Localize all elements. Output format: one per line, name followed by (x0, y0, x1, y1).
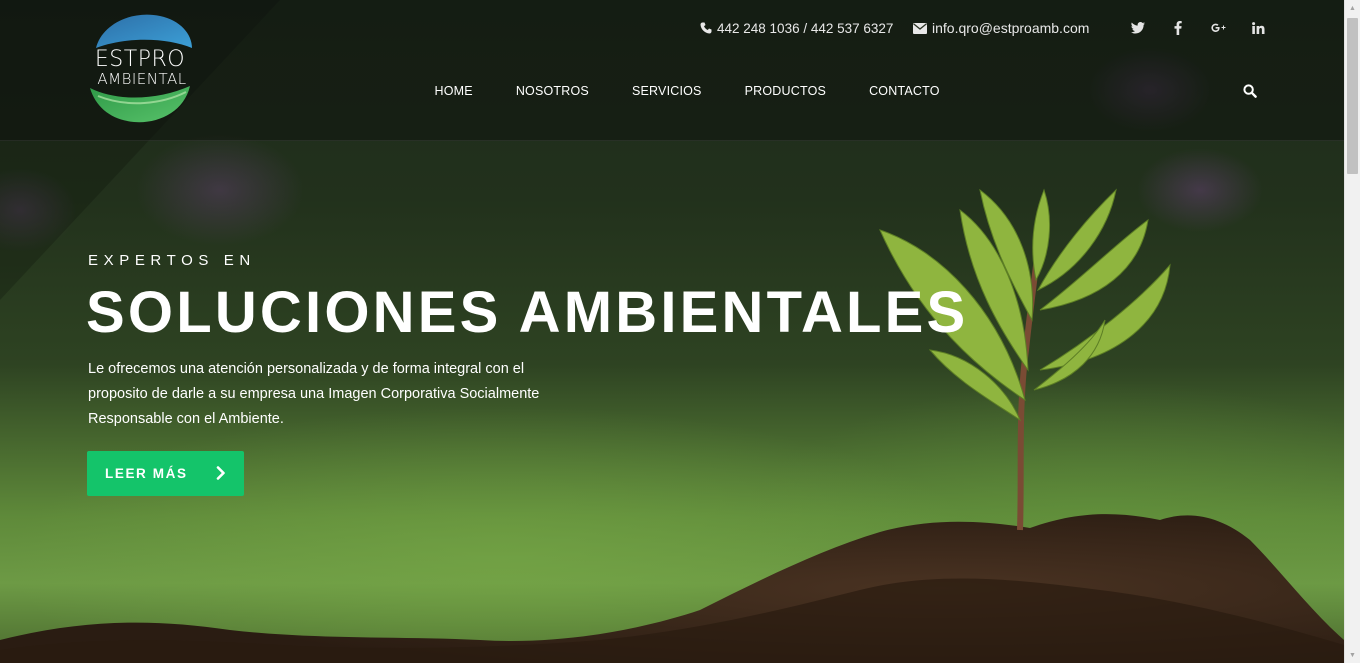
google-plus-icon[interactable] (1198, 16, 1238, 40)
linkedin-icon[interactable] (1238, 16, 1278, 40)
search-button[interactable] (1238, 80, 1262, 102)
hero-headline: SOLUCIONES AMBIENTALES (86, 280, 969, 345)
nav-item-nosotros[interactable]: NOSOTROS (494, 80, 610, 102)
scroll-down-arrow-icon[interactable]: ▼ (1345, 647, 1360, 663)
chevron-right-icon (216, 466, 225, 480)
twitter-icon[interactable] (1118, 16, 1158, 40)
envelope-icon (913, 22, 927, 34)
hero-eyebrow: EXPERTOS EN (88, 252, 256, 269)
nav-item-home[interactable]: HOME (413, 80, 494, 102)
nav-item-contacto[interactable]: CONTACTO (848, 80, 962, 102)
read-more-button[interactable]: LEER MÁS (87, 451, 244, 496)
phone-number: 442 248 1036 / 442 537 6327 (717, 20, 894, 36)
search-icon (1243, 84, 1257, 98)
email-address: info.qro@estproamb.com (932, 20, 1090, 36)
nav-item-productos[interactable]: PRODUCTOS (723, 80, 847, 102)
phone-icon (700, 22, 712, 34)
page-scrollbar[interactable]: ▲ ▼ (1344, 0, 1360, 663)
scrollbar-thumb[interactable] (1347, 18, 1358, 174)
main-nav: HOME NOSOTROS SERVICIOS PRODUCTOS CONTAC… (413, 80, 961, 102)
hero-description: Le ofrecemos una atención personalizada … (88, 361, 540, 427)
sprout-image (879, 188, 1171, 531)
scroll-up-arrow-icon[interactable]: ▲ (1345, 0, 1360, 16)
logo-text-line2: AMBIENTAL (97, 70, 187, 88)
logo-text-line1: ESTPRO (94, 47, 186, 72)
phone-contact[interactable]: 442 248 1036 / 442 537 6327 (700, 18, 893, 38)
read-more-label: LEER MÁS (105, 466, 188, 481)
social-links (1118, 16, 1278, 40)
nav-item-servicios[interactable]: SERVICIOS (610, 80, 723, 102)
facebook-icon[interactable] (1158, 16, 1198, 40)
page: ESTPRO AMBIENTAL 442 248 1036 / 442 537 … (0, 0, 1360, 663)
logo[interactable]: ESTPRO AMBIENTAL (88, 12, 196, 124)
email-contact[interactable]: info.qro@estproamb.com (913, 18, 1089, 38)
